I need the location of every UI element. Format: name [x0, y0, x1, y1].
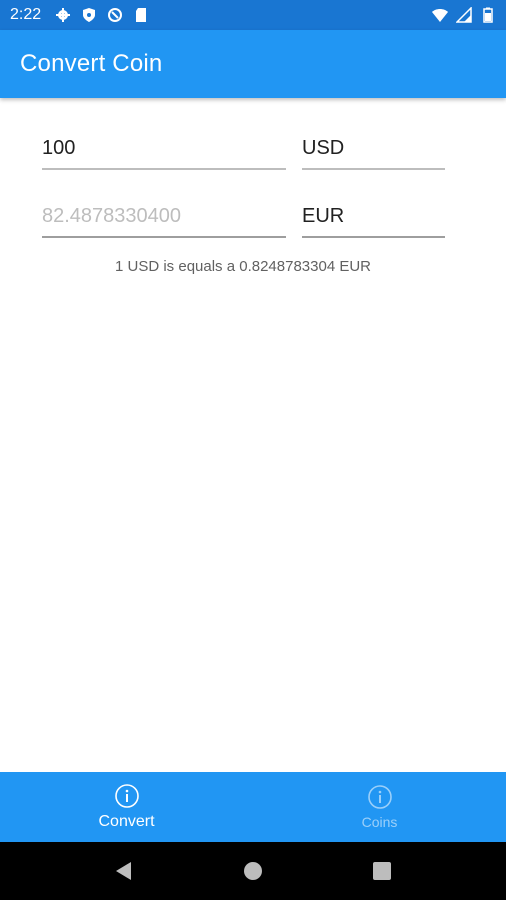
- sync-icon: [108, 8, 123, 22]
- converter-panel: 100 USD 82.4878330400 EUR 1 USD is equal…: [0, 98, 506, 772]
- status-icons-left: [55, 7, 149, 23]
- back-button[interactable]: [112, 859, 136, 883]
- info-icon: [367, 785, 392, 809]
- status-bar: 2:22: [0, 0, 506, 30]
- tab-convert[interactable]: Convert: [0, 772, 253, 842]
- page-title: Convert Coin: [20, 50, 163, 77]
- tab-convert-label: Convert: [98, 813, 155, 830]
- status-icons-right: [432, 7, 496, 23]
- system-nav-bar: [0, 842, 506, 900]
- home-button[interactable]: [241, 859, 265, 883]
- amount-input[interactable]: 100: [42, 130, 286, 170]
- sd-card-icon: [136, 8, 147, 22]
- info-icon: [114, 784, 139, 808]
- wifi-icon: [432, 9, 448, 22]
- result-field[interactable]: 82.4878330400: [42, 198, 286, 238]
- from-currency-picker[interactable]: USD: [302, 130, 445, 170]
- battery-icon: [483, 7, 493, 23]
- shield-icon: [83, 8, 96, 22]
- tab-bar: Convert Coins: [0, 772, 506, 842]
- recents-button[interactable]: [370, 859, 394, 883]
- recents-icon: [372, 862, 391, 880]
- app-bar: Convert Coin: [0, 30, 506, 98]
- back-icon: [116, 862, 132, 880]
- tab-coins[interactable]: Coins: [253, 772, 506, 842]
- tab-coins-label: Coins: [361, 814, 398, 830]
- to-currency-picker[interactable]: EUR: [302, 198, 445, 238]
- home-icon: [243, 862, 262, 880]
- exchange-rate-text: 1 USD is equals a 0.8248783304 EUR: [115, 258, 371, 275]
- gear-icon: [56, 8, 71, 22]
- signal-icon: [456, 7, 472, 23]
- status-time: 2:22: [10, 6, 42, 23]
